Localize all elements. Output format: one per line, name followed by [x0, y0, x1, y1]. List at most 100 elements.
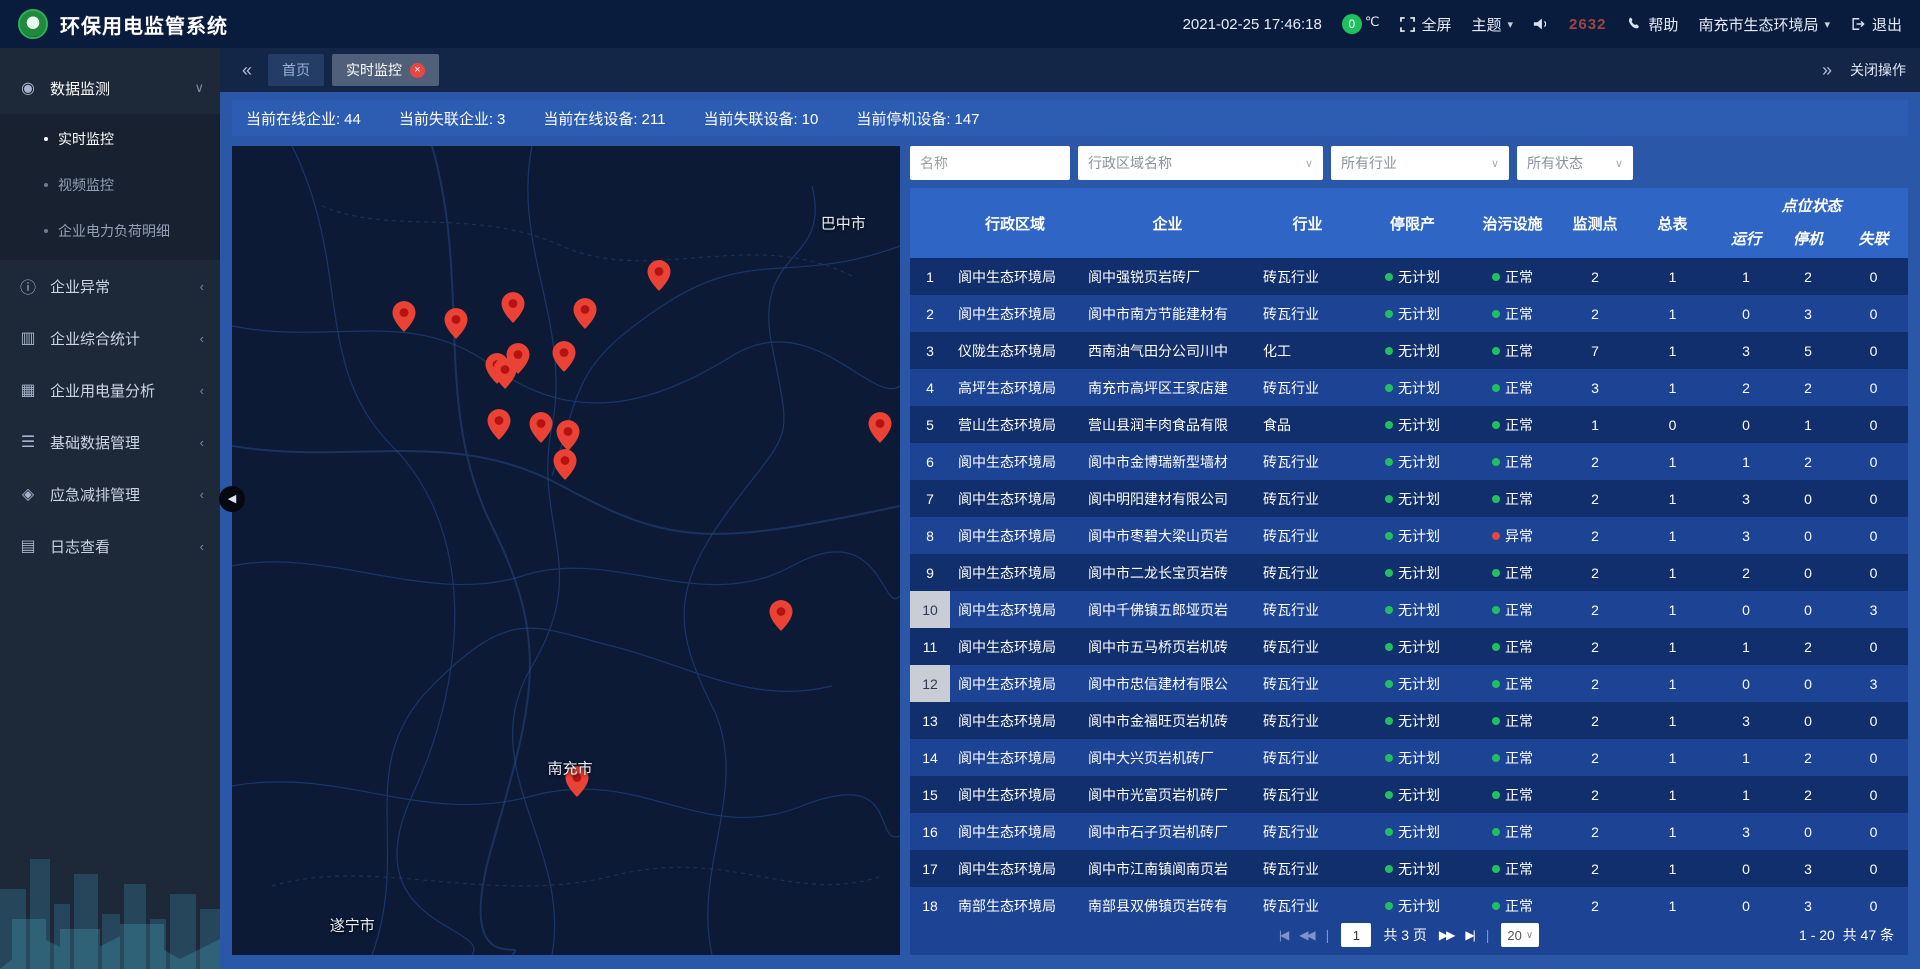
region-select[interactable]: 行政区域名称 ∨ [1078, 146, 1323, 180]
table-row[interactable]: 2阆中生态环境局阆中市南方节能建材有砖瓦行业无计划正常21030 [910, 295, 1908, 332]
table-row[interactable]: 16阆中生态环境局阆中市石子页岩机砖厂砖瓦行业无计划正常21300 [910, 813, 1908, 850]
cell-industry: 砖瓦行业 [1255, 295, 1360, 332]
cell-facility: 异常 [1465, 517, 1560, 554]
sidebar-item-1[interactable]: ⓘ企业异常‹ [0, 260, 220, 312]
map-panel: 巴中市南充市遂宁市 ◀ [232, 146, 900, 955]
cell-running: 3 [1715, 702, 1777, 739]
table-row[interactable]: 15阆中生态环境局阆中市光富页岩机砖厂砖瓦行业无计划正常21120 [910, 776, 1908, 813]
cell-facility: 正常 [1465, 443, 1560, 480]
cell-meters: 1 [1630, 517, 1715, 554]
table-row[interactable]: 8阆中生态环境局阆中市枣碧大梁山页岩砖瓦行业无计划异常21300 [910, 517, 1908, 554]
cell-facility: 正常 [1465, 739, 1560, 776]
bullet-icon [44, 137, 48, 141]
sidebar-item-6[interactable]: ▤日志查看‹ [0, 520, 220, 572]
close-operations-button[interactable]: 关闭操作 [1850, 60, 1906, 80]
map-pin-icon[interactable] [506, 343, 529, 379]
log-icon: ▤ [18, 536, 38, 556]
cell-facility: 正常 [1465, 554, 1560, 591]
table-row[interactable]: 3仪陇生态环境局西南油气田分公司川中化工无计划正常71350 [910, 332, 1908, 369]
status-select[interactable]: 所有状态 ∨ [1517, 146, 1633, 180]
table-row[interactable]: 9阆中生态环境局阆中市二龙长宝页岩砖砖瓦行业无计划正常21200 [910, 554, 1908, 591]
tab-1[interactable]: 实时监控× [332, 54, 439, 86]
cell-points: 2 [1560, 887, 1630, 915]
cell-region: 阆中生态环境局 [950, 850, 1080, 887]
tabs-back-icon[interactable]: « [234, 60, 260, 81]
map-pin-icon[interactable] [445, 308, 468, 344]
map[interactable]: 巴中市南充市遂宁市 [232, 146, 900, 955]
map-pin-icon[interactable] [488, 409, 511, 445]
tabs-forward-icon[interactable]: » [1814, 60, 1840, 81]
sidebar-item-5[interactable]: ◈应急减排管理‹ [0, 468, 220, 520]
prev-page-button[interactable]: ◀◀ [1299, 928, 1313, 942]
table-row[interactable]: 12阆中生态环境局阆中市忠信建材有限公砖瓦行业无计划正常21003 [910, 665, 1908, 702]
cell-industry: 砖瓦行业 [1255, 628, 1360, 665]
cell-region: 阆中生态环境局 [950, 554, 1080, 591]
table-row[interactable]: 17阆中生态环境局阆中市江南镇阆南页岩砖瓦行业无计划正常21030 [910, 850, 1908, 887]
sidebar-subitem[interactable]: 企业电力负荷明细 [0, 208, 220, 254]
last-page-button[interactable]: ▶| [1465, 928, 1473, 942]
table-row[interactable]: 6阆中生态环境局阆中市金博瑞新型墙材砖瓦行业无计划正常21120 [910, 443, 1908, 480]
cell-limit: 无计划 [1360, 628, 1465, 665]
status-dot-icon [1385, 791, 1393, 799]
row-index: 1 [910, 258, 950, 295]
table-row[interactable]: 14阆中生态环境局阆中大兴页岩机砖厂砖瓦行业无计划正常21120 [910, 739, 1908, 776]
next-page-button[interactable]: ▶▶ [1439, 928, 1453, 942]
tab-0[interactable]: 首页 [268, 54, 324, 86]
fullscreen-button[interactable]: 全屏 [1399, 14, 1451, 35]
cell-stopped: 3 [1777, 887, 1839, 915]
first-page-button[interactable]: |◀ [1279, 928, 1287, 942]
cell-limit: 无计划 [1360, 739, 1465, 776]
chevron-left-icon: ‹ [200, 383, 204, 398]
map-city-label: 南充市 [547, 758, 592, 779]
cell-industry: 砖瓦行业 [1255, 517, 1360, 554]
map-pin-icon[interactable] [647, 260, 670, 296]
sidebar-subitem[interactable]: 视频监控 [0, 162, 220, 208]
cell-region: 阆中生态环境局 [950, 295, 1080, 332]
cell-facility: 正常 [1465, 591, 1560, 628]
sidebar-item-3[interactable]: ▦企业用电量分析‹ [0, 364, 220, 416]
cell-region: 南部生态环境局 [950, 887, 1080, 915]
logout-button[interactable]: 退出 [1850, 14, 1902, 35]
cell-points: 2 [1560, 591, 1630, 628]
theme-dropdown[interactable]: 主题 ▾ [1472, 14, 1514, 35]
industry-select[interactable]: 所有行业 ∨ [1331, 146, 1509, 180]
cell-lost: 0 [1839, 850, 1908, 887]
map-pin-icon[interactable] [770, 600, 793, 636]
speaker-icon[interactable] [1533, 16, 1549, 32]
sidebar-item-2[interactable]: ▥企业综合统计‹ [0, 312, 220, 364]
table-row[interactable]: 1阆中生态环境局阆中强锐页岩砖厂砖瓦行业无计划正常21120 [910, 258, 1908, 295]
cell-stopped: 2 [1777, 628, 1839, 665]
cell-meters: 1 [1630, 665, 1715, 702]
table-row[interactable]: 7阆中生态环境局阆中明阳建材有限公司砖瓦行业无计划正常21300 [910, 480, 1908, 517]
page-size-select[interactable]: 20 ∨ [1501, 923, 1539, 947]
table-row[interactable]: 4高坪生态环境局南充市高坪区王家店建砖瓦行业无计划正常31220 [910, 369, 1908, 406]
table-row[interactable]: 11阆中生态环境局阆中市五马桥页岩机砖砖瓦行业无计划正常21120 [910, 628, 1908, 665]
map-pin-icon[interactable] [573, 298, 596, 334]
map-pin-icon[interactable] [868, 412, 891, 448]
map-collapse-button[interactable]: ◀ [219, 486, 245, 512]
map-pin-icon[interactable] [501, 292, 524, 328]
cell-region: 阆中生态环境局 [950, 813, 1080, 850]
sidebar-subitem[interactable]: 实时监控 [0, 116, 220, 162]
current-page-input[interactable]: 1 [1341, 923, 1371, 947]
sidebar-item-4[interactable]: ☰基础数据管理‹ [0, 416, 220, 468]
table-row[interactable]: 5营山生态环境局营山县润丰肉食品有限食品无计划正常10010 [910, 406, 1908, 443]
table-row[interactable]: 18南部生态环境局南部县双佛镇页岩砖有砖瓦行业无计划正常21030 [910, 887, 1908, 915]
cell-industry: 砖瓦行业 [1255, 665, 1360, 702]
help-button[interactable]: 帮助 [1626, 14, 1678, 35]
map-pin-icon[interactable] [529, 412, 552, 448]
cell-points: 2 [1560, 739, 1630, 776]
name-search-input[interactable] [910, 146, 1070, 180]
table-row[interactable]: 13阆中生态环境局阆中市金福旺页岩机砖砖瓦行业无计划正常21300 [910, 702, 1908, 739]
sidebar-item-0[interactable]: ◉数据监测∨ [0, 62, 220, 114]
bullet-icon [44, 229, 48, 233]
map-pin-icon[interactable] [392, 301, 415, 337]
map-pin-icon[interactable] [552, 341, 575, 377]
table-row[interactable]: 10阆中生态环境局阆中千佛镇五郎垭页岩砖瓦行业无计划正常21003 [910, 591, 1908, 628]
map-pin-icon[interactable] [554, 449, 577, 485]
tab-close-icon[interactable]: × [410, 63, 425, 78]
temperature-unit: ℃ [1365, 14, 1380, 30]
cell-limit: 无计划 [1360, 295, 1465, 332]
org-dropdown[interactable]: 南充市生态环境局 ▾ [1698, 14, 1830, 35]
status-dot-icon [1492, 532, 1500, 540]
